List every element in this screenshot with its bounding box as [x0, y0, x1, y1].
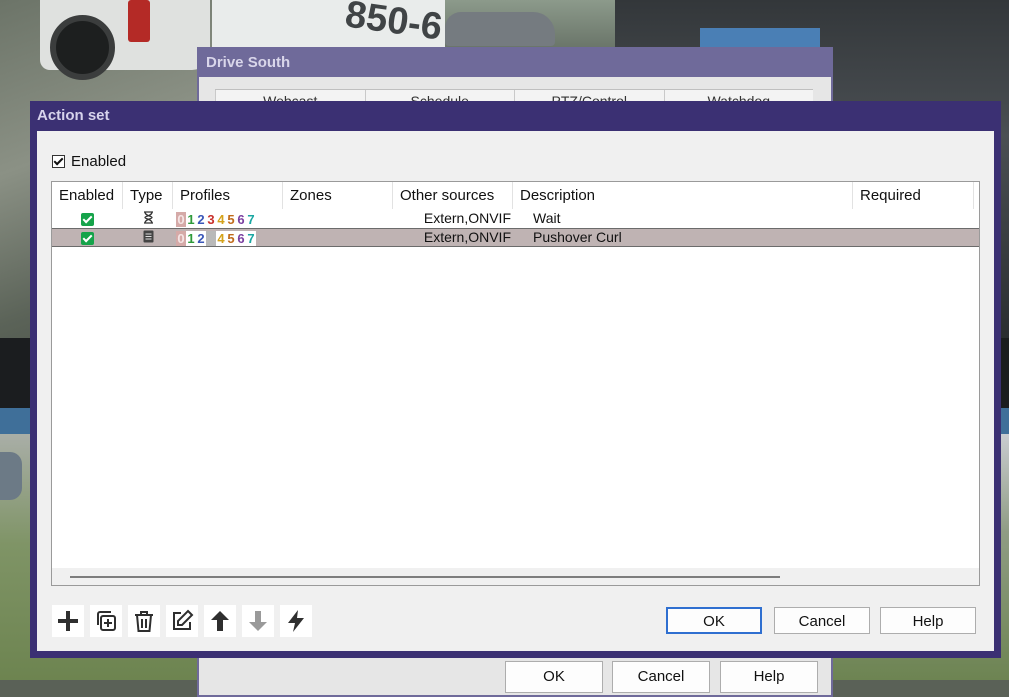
delete-icon: [132, 609, 156, 633]
profile-5: 5: [227, 211, 235, 227]
drive-south-title: Drive South: [199, 49, 831, 77]
column-header-type[interactable]: Type: [123, 182, 173, 209]
row-zones: [283, 228, 393, 247]
truck-tire-image: [50, 15, 115, 80]
delete-button[interactable]: [128, 605, 160, 637]
cancel-button[interactable]: Cancel: [774, 607, 870, 634]
test-run-icon: [284, 609, 308, 633]
column-header-required[interactable]: Required: [853, 182, 974, 209]
truck-taillight-image: [128, 0, 150, 42]
car-image: [445, 12, 555, 46]
profile-5: 5: [226, 230, 236, 246]
dialog-body: Enabled Enabled Type Profiles Zones Othe…: [37, 131, 994, 651]
duplicate-icon: [94, 609, 118, 633]
row-description: Pushover Curl: [533, 229, 622, 245]
edit-button[interactable]: [166, 605, 198, 637]
move-down-icon: [246, 609, 270, 633]
dialog-title: Action set: [37, 107, 110, 124]
add-icon: [56, 609, 80, 633]
enabled-checkbox[interactable]: [52, 155, 65, 168]
row-zones: [283, 209, 393, 228]
ok-button[interactable]: OK: [666, 607, 762, 634]
move-up-icon: [208, 609, 232, 633]
table-row-selected[interactable]: 0 1 2 3 4 5 6 7 Extern,ONVIF Pushover Cu…: [52, 228, 979, 247]
document-icon: [143, 229, 154, 247]
profile-indicators: 0 1 2 3 4 5 6 7: [176, 230, 256, 246]
profile-0: 0: [176, 230, 186, 246]
action-set-dialog: Action set Enabled Enabled Type Profiles…: [30, 101, 1001, 658]
profile-2: 2: [196, 230, 206, 246]
row-other-sources: Extern,ONVIF: [423, 229, 511, 245]
row-enabled-check-icon[interactable]: [81, 212, 94, 226]
profile-6: 6: [237, 211, 245, 227]
row-description: Wait: [533, 210, 561, 226]
move-down-button[interactable]: [242, 605, 274, 637]
column-header-other-sources[interactable]: Other sources: [393, 182, 513, 209]
hourglass-icon: [143, 210, 154, 228]
row-required: [853, 209, 974, 228]
scrollbar-thumb[interactable]: [70, 576, 780, 578]
profile-2: 2: [197, 211, 205, 227]
action-toolbar: [52, 605, 312, 637]
enabled-label: Enabled: [71, 153, 127, 170]
duplicate-button[interactable]: [90, 605, 122, 637]
profile-indicators: 0 1 2 3 4 5 6 7: [176, 211, 256, 227]
profile-1: 1: [186, 230, 196, 246]
help-button[interactable]: Help: [880, 607, 976, 634]
column-header-description[interactable]: Description: [513, 182, 853, 209]
table-row[interactable]: 0 1 2 3 4 5 6 7 Extern,ONVIF Wait: [52, 209, 979, 228]
drive-south-help-button[interactable]: Help: [720, 661, 818, 693]
enabled-checkbox-row[interactable]: Enabled: [52, 153, 126, 170]
profile-7: 7: [247, 211, 255, 227]
profile-3: 3: [206, 230, 216, 246]
table-header: Enabled Type Profiles Zones Other source…: [52, 182, 979, 209]
row-required: [853, 228, 974, 247]
edit-icon: [170, 609, 194, 633]
row-enabled-check-icon[interactable]: [81, 231, 94, 245]
profile-0: 0: [176, 211, 186, 227]
column-header-profiles[interactable]: Profiles: [173, 182, 283, 209]
row-other-sources: Extern,ONVIF: [423, 210, 511, 226]
drive-south-ok-button[interactable]: OK: [505, 661, 603, 693]
add-button[interactable]: [52, 605, 84, 637]
profile-6: 6: [236, 230, 246, 246]
profile-4: 4: [216, 230, 226, 246]
profile-7: 7: [246, 230, 256, 246]
horizontal-scrollbar[interactable]: [52, 568, 979, 585]
actions-table: Enabled Type Profiles Zones Other source…: [51, 181, 980, 586]
column-header-enabled[interactable]: Enabled: [52, 182, 123, 209]
profile-4: 4: [217, 211, 225, 227]
move-up-button[interactable]: [204, 605, 236, 637]
test-run-button[interactable]: [280, 605, 312, 637]
profile-1: 1: [187, 211, 195, 227]
parked-car-image: [0, 452, 22, 500]
column-header-zones[interactable]: Zones: [283, 182, 393, 209]
profile-3: 3: [207, 211, 215, 227]
drive-south-cancel-button[interactable]: Cancel: [612, 661, 710, 693]
